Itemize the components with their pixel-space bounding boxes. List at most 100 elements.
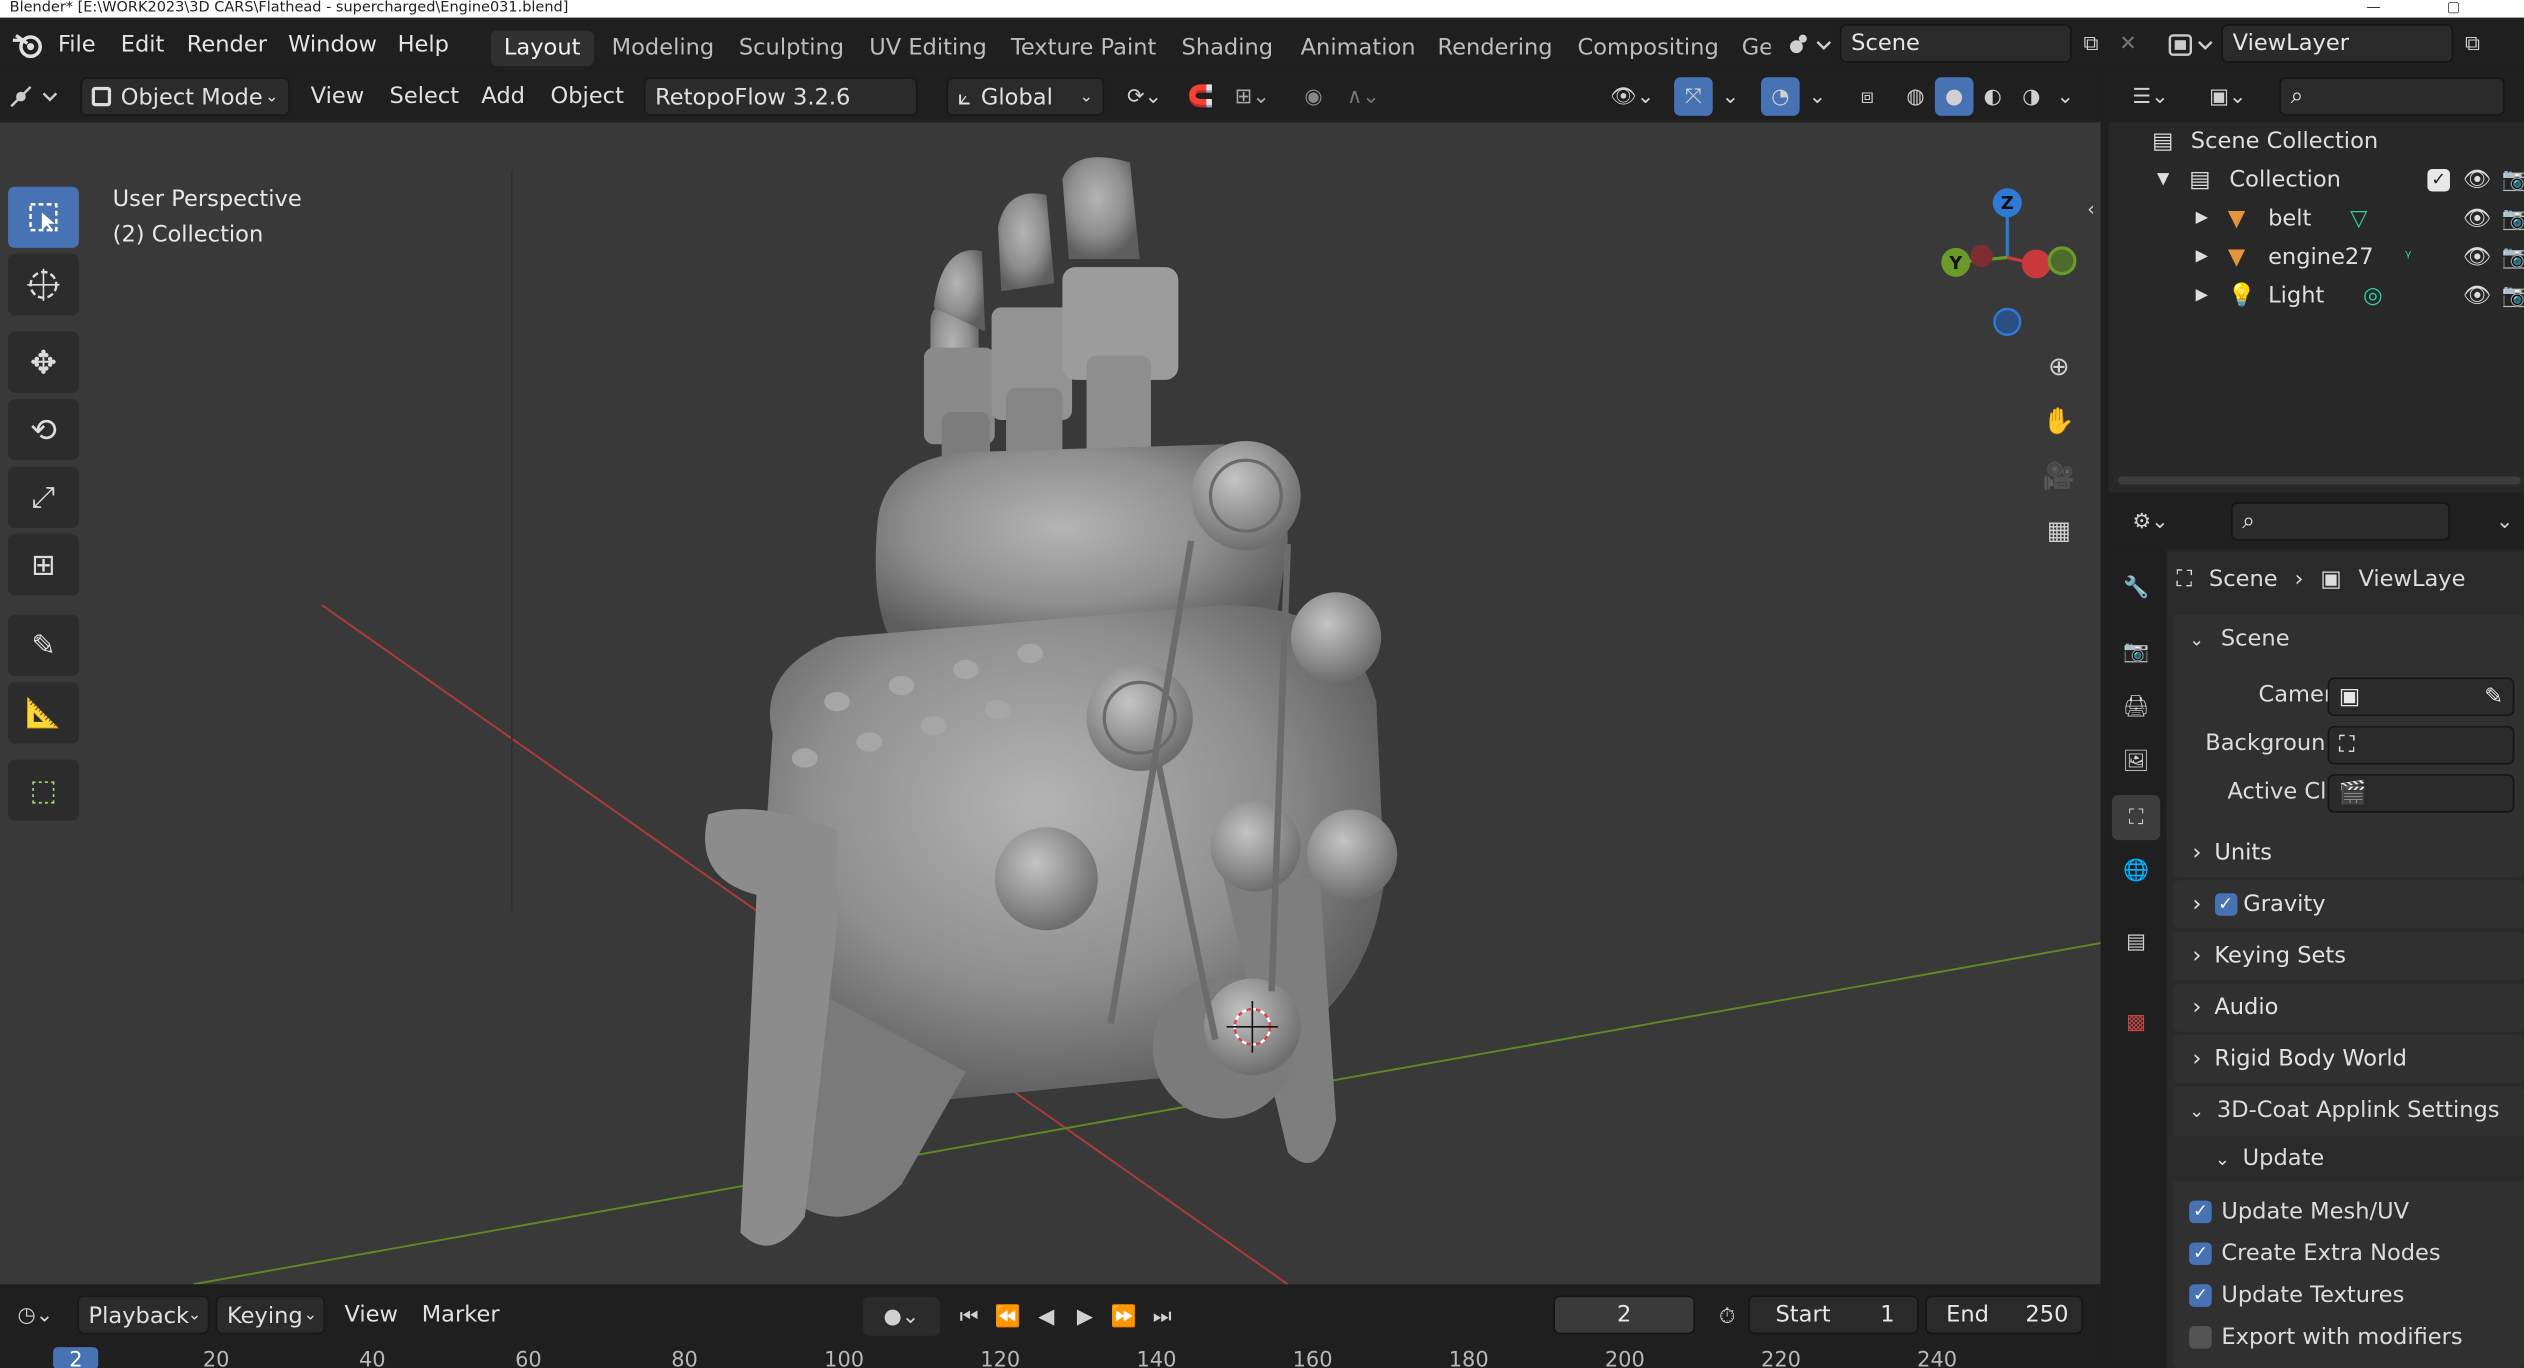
tab-rendering[interactable]: Rendering: [1425, 31, 1566, 66]
scene-selector-icon[interactable]: [1780, 26, 1838, 65]
chevron-down-icon[interactable]: ⌄: [2489, 502, 2521, 541]
outliner-item-light[interactable]: ▶ 💡 Light ◎ 👁 📷: [2109, 277, 2524, 316]
chevron-down-icon[interactable]: ⌄: [1716, 77, 1745, 116]
tab-animation[interactable]: Animation: [1288, 31, 1429, 66]
snap-target-icon[interactable]: ⊞⌄: [1223, 77, 1281, 116]
solid-shading-icon[interactable]: ●: [1934, 77, 1974, 116]
rotate-tool-icon[interactable]: ⟲: [8, 399, 79, 461]
menu-edit[interactable]: Edit: [121, 29, 165, 61]
menu-file[interactable]: File: [58, 29, 96, 61]
play-icon[interactable]: ▶: [1069, 1297, 1101, 1336]
camera-field[interactable]: ▣ ✎: [2327, 677, 2515, 717]
current-frame-field[interactable]: 2: [1553, 1295, 1696, 1335]
delete-scene-icon[interactable]: ✕: [2112, 27, 2144, 59]
tab-shading[interactable]: Shading: [1169, 31, 1286, 66]
eye-icon[interactable]: 👁: [2463, 277, 2492, 316]
export-with-modifiers-checkbox[interactable]: ✓ Export with modifiers: [2189, 1320, 2463, 1355]
next-keyframe-icon[interactable]: ⏩: [1107, 1297, 1139, 1336]
marker-menu[interactable]: Marker: [412, 1296, 509, 1335]
chevron-down-icon[interactable]: ⌄: [1803, 77, 1832, 116]
outliner-collection[interactable]: ▼ ▤ Collection ✓ 👁 📷: [2109, 161, 2524, 200]
rendered-shading-icon[interactable]: ◑: [2012, 77, 2051, 116]
minimize-icon[interactable]: —: [2366, 0, 2380, 18]
tab-uv-editing[interactable]: UV Editing: [856, 31, 999, 66]
render-tab-icon[interactable]: 📷: [2115, 631, 2157, 673]
tab-compositing[interactable]: Compositing: [1565, 31, 1732, 66]
sidebar-toggle-icon[interactable]: ‹: [2080, 195, 2101, 224]
eye-icon[interactable]: 👁: [2463, 238, 2492, 277]
snap-icon[interactable]: 🧲: [1182, 77, 1221, 116]
menu-window[interactable]: Window: [288, 29, 377, 61]
background-scene-field[interactable]: ⛶: [2327, 725, 2515, 765]
jump-end-icon[interactable]: ⏭: [1146, 1297, 1178, 1336]
gizmo-toggle-icon[interactable]: ⤧: [1674, 77, 1713, 116]
world-tab-icon[interactable]: 🌐: [2115, 850, 2157, 892]
properties-search-input[interactable]: ⌕: [2231, 502, 2450, 541]
jump-start-icon[interactable]: ⏮: [953, 1297, 985, 1336]
tool-tab-icon[interactable]: 🔧: [2115, 567, 2157, 609]
outliner-scrollbar[interactable]: [2118, 476, 2521, 485]
eyedropper-icon[interactable]: ✎: [2484, 679, 2503, 714]
transform-orientation-dropdown[interactable]: ⟀ Global ⌄: [946, 77, 1105, 116]
playback-dropdown[interactable]: Playback ⌄: [77, 1295, 210, 1335]
tab-layout[interactable]: Layout: [490, 30, 594, 66]
view-layer-tab-icon[interactable]: 🖼: [2115, 740, 2157, 782]
update-subpanel-header[interactable]: ⌄ Update: [2173, 1136, 2524, 1182]
properties-editor-type-icon[interactable]: ⚙⌄: [2122, 502, 2180, 541]
measure-tool-icon[interactable]: 📐: [8, 682, 79, 744]
expand-chevron-icon[interactable]: ▼: [2157, 161, 2169, 200]
editor-type-icon[interactable]: [6, 77, 64, 116]
texture-tab-icon[interactable]: ▩: [2115, 1001, 2157, 1043]
outliner-scene-collection[interactable]: ▤ Scene Collection: [2109, 122, 2524, 161]
outliner-editor-type-icon[interactable]: ☰⌄: [2122, 77, 2180, 116]
scene-name-field[interactable]: Scene: [1839, 24, 2072, 63]
camera-icon[interactable]: 📷: [2501, 277, 2524, 316]
play-reverse-icon[interactable]: ◀: [1030, 1297, 1062, 1336]
add-cube-tool-icon[interactable]: ⬚: [8, 759, 79, 821]
scene-tab-icon[interactable]: ⛶: [2111, 795, 2161, 841]
overlays-toggle-icon[interactable]: ◔: [1761, 77, 1800, 116]
perspective-toggle-icon[interactable]: ▦: [2038, 509, 2080, 551]
menu-add[interactable]: Add: [472, 77, 535, 116]
tab-geometry-nodes[interactable]: Geo: [1729, 31, 1771, 66]
falloff-icon[interactable]: ∧⌄: [1336, 77, 1391, 116]
rigid-body-world-panel[interactable]: › Rigid Body World: [2173, 1034, 2524, 1084]
retopoflow-dropdown[interactable]: RetopoFlow 3.2.6 (self)⌄: [643, 77, 918, 150]
update-textures-checkbox[interactable]: ✓ Update Textures: [2189, 1278, 2404, 1313]
start-frame-field[interactable]: Start 1: [1748, 1295, 1919, 1335]
eye-icon[interactable]: 👁: [2463, 161, 2492, 200]
gravity-checkbox[interactable]: ✓: [2214, 893, 2237, 916]
timeline-view-menu[interactable]: View: [335, 1296, 408, 1335]
update-mesh-uv-checkbox[interactable]: ✓ Update Mesh/UV: [2189, 1194, 2409, 1229]
menu-help[interactable]: Help: [398, 29, 449, 61]
applink-panel-header[interactable]: ⌄ 3D-Coat Applink Settings: [2173, 1086, 2524, 1134]
expand-chevron-icon[interactable]: ▶: [2196, 200, 2208, 239]
3d-viewport[interactable]: User Perspective (2) Collection Z Y ⊕ ✋ …: [0, 122, 2101, 1285]
camera-icon[interactable]: 📷: [2501, 200, 2524, 239]
end-frame-field[interactable]: End 250: [1925, 1295, 2083, 1335]
tab-sculpting[interactable]: Sculpting: [726, 31, 857, 66]
viewlayer-name-field[interactable]: ViewLayer: [2221, 24, 2454, 63]
active-clip-field[interactable]: 🎬: [2327, 774, 2515, 813]
camera-icon[interactable]: 📷: [2501, 161, 2524, 200]
outliner-item-engine27[interactable]: ▶ ▼ engine27 ᵞ 👁 📷: [2109, 238, 2524, 277]
menu-view[interactable]: View: [301, 77, 374, 116]
xray-icon[interactable]: ⧈: [1848, 77, 1887, 116]
annotate-tool-icon[interactable]: ✎: [8, 614, 79, 676]
menu-render[interactable]: Render: [187, 29, 267, 61]
keying-sets-panel[interactable]: › Keying Sets: [2173, 931, 2524, 981]
transform-tool-icon[interactable]: ⊞: [8, 534, 79, 596]
units-panel[interactable]: › Units: [2173, 828, 2524, 878]
blender-logo-icon[interactable]: [10, 27, 45, 62]
cursor-tool-icon[interactable]: [8, 254, 79, 316]
visibility-icon[interactable]: 👁⌄: [1603, 77, 1661, 116]
pivot-point-icon[interactable]: ⟳⌄: [1117, 77, 1172, 116]
menu-select[interactable]: Select: [380, 77, 469, 116]
pan-hand-icon[interactable]: ✋: [2038, 399, 2080, 441]
object-mode-dropdown[interactable]: Object Mode ⌄: [80, 77, 290, 116]
new-scene-icon[interactable]: ⧉: [2075, 27, 2107, 59]
audio-panel[interactable]: › Audio: [2173, 983, 2524, 1032]
collection-exclude-checkbox[interactable]: ✓: [2427, 168, 2450, 192]
collection-tab-icon[interactable]: ▤: [2115, 921, 2157, 963]
zoom-icon[interactable]: ⊕: [2038, 344, 2080, 386]
